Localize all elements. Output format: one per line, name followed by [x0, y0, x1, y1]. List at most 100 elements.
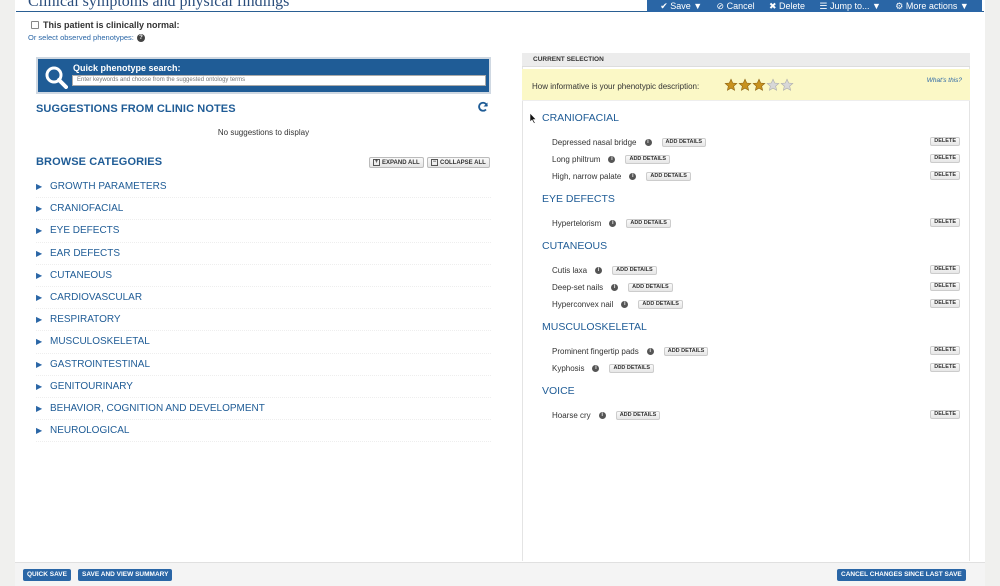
add-details-button[interactable]: ADD DETAILS	[625, 154, 671, 164]
selected-phenotype: Depressed nasal bridge i ADD DETAILS DEL…	[552, 136, 962, 148]
delete-phenotype-button[interactable]: DELETE	[930, 299, 960, 308]
current-selection-heading: CURRENT SELECTION	[522, 53, 970, 67]
more-actions-button[interactable]: ⚙ More actions ▼	[895, 1, 969, 12]
refresh-icon[interactable]	[477, 101, 489, 113]
category-label: GENITOURINARY	[50, 380, 133, 392]
selected-phenotype: Long philtrum i ADD DETAILS DELETE	[552, 153, 962, 165]
selected-phenotype: Hoarse cry i ADD DETAILS DELETE	[552, 409, 962, 421]
star-filled-icon	[752, 78, 766, 91]
add-details-button[interactable]: ADD DETAILS	[612, 265, 657, 275]
quick-save-button[interactable]: QUICK SAVE	[23, 569, 71, 581]
category-label: CUTANEOUS	[50, 269, 113, 281]
clinically-normal-row: This patient is clinically normal:	[31, 20, 180, 30]
selected-phenotype: Hyperconvex nail i ADD DETAILS DELETE	[552, 298, 962, 310]
category-craniofacial[interactable]: ▶ CRANIOFACIAL	[36, 198, 491, 221]
info-icon[interactable]: i	[595, 266, 603, 274]
category-label: GASTROINTESTINAL	[50, 358, 151, 370]
add-details-button[interactable]: ADD DETAILS	[628, 282, 673, 292]
info-icon[interactable]: i	[646, 347, 654, 355]
category-respiratory[interactable]: ▶ RESPIRATORY	[36, 309, 491, 332]
category-label: MUSCULOSKELETAL	[50, 336, 150, 348]
category-behavior-cognition[interactable]: ▶ BEHAVIOR, COGNITION AND DEVELOPMENT	[36, 398, 491, 421]
clinically-normal-checkbox[interactable]	[31, 21, 39, 29]
category-eye-defects[interactable]: ▶ EYE DEFECTS	[36, 220, 491, 243]
info-icon[interactable]: i	[644, 138, 652, 146]
add-details-button[interactable]: ADD DETAILS	[626, 218, 671, 228]
add-details-button[interactable]: ADD DETAILS	[646, 171, 691, 181]
quick-search-label: Quick phenotype search:	[73, 63, 181, 73]
delete-phenotype-button[interactable]: DELETE	[930, 363, 960, 372]
selected-phenotype: Prominent fingertip pads i ADD DETAILS D…	[552, 345, 962, 357]
collapse-all-button[interactable]: − COLLAPSE ALL	[427, 157, 490, 168]
save-button[interactable]: ✔ Save ▼	[660, 1, 702, 12]
phenotype-name: Prominent fingertip pads	[552, 346, 639, 356]
delete-phenotype-button[interactable]: DELETE	[930, 218, 960, 227]
phenotype-name: Deep-set nails	[552, 282, 604, 292]
selected-phenotype: Hypertelorism i ADD DETAILS DELETE	[552, 217, 962, 229]
delete-phenotype-button[interactable]: DELETE	[930, 410, 960, 419]
delete-phenotype-button[interactable]: DELETE	[930, 265, 960, 274]
help-icon[interactable]: ?	[136, 33, 145, 42]
category-growth-parameters[interactable]: ▶ GROWTH PARAMETERS	[36, 176, 491, 199]
info-icon[interactable]: i	[629, 172, 637, 180]
expand-arrow-icon: ▶	[36, 315, 43, 325]
selected-phenotype: High, narrow palate i ADD DETAILS DELETE	[552, 170, 962, 182]
add-details-button[interactable]: ADD DETAILS	[615, 410, 661, 420]
quick-search-input[interactable]: Enter keywords and choose from the sugge…	[72, 75, 486, 86]
phenotype-name: Kyphosis	[552, 363, 585, 373]
category-ear-defects[interactable]: ▶ EAR DEFECTS	[36, 243, 491, 265]
phenotype-name: Cutis laxa	[552, 265, 588, 275]
quick-search-box: Quick phenotype search: Enter keywords a…	[36, 57, 491, 94]
add-details-button[interactable]: ADD DETAILS	[663, 346, 709, 356]
category-label: GROWTH PARAMETERS	[50, 181, 167, 193]
category-gastrointestinal[interactable]: ▶ GASTROINTESTINAL	[36, 354, 491, 376]
expand-arrow-icon: ▶	[36, 359, 43, 369]
delete-phenotype-button[interactable]: DELETE	[930, 282, 960, 291]
expand-arrow-icon: ▶	[36, 293, 43, 303]
selection-section-title: MUSCULOSKELETAL	[542, 321, 647, 333]
star-empty-icon	[766, 78, 780, 91]
delete-phenotype-button[interactable]: DELETE	[930, 137, 960, 146]
category-musculoskeletal[interactable]: ▶ MUSCULOSKELETAL	[36, 331, 491, 354]
delete-phenotype-button[interactable]: DELETE	[930, 154, 960, 163]
info-icon[interactable]: i	[592, 364, 600, 372]
minus-icon: −	[431, 159, 438, 166]
save-and-view-summary-button[interactable]: SAVE AND VIEW SUMMARY	[78, 569, 173, 581]
cancel-button[interactable]: ⊘ Cancel	[717, 1, 755, 12]
category-neurological[interactable]: ▶ NEUROLOGICAL	[36, 420, 491, 443]
select-phenotypes-label: Or select observed phenotypes:	[28, 33, 134, 42]
phenotype-name: Depressed nasal bridge	[552, 137, 637, 147]
star-filled-icon	[724, 78, 738, 91]
info-icon[interactable]: i	[608, 155, 616, 163]
expand-arrow-icon: ▶	[36, 403, 43, 413]
cancel-changes-button[interactable]: CANCEL CHANGES SINCE LAST SAVE	[837, 569, 966, 581]
expand-arrow-icon: ▶	[36, 226, 43, 236]
mouse-cursor-icon	[529, 112, 537, 124]
selection-section-title: EYE DEFECTS	[542, 193, 615, 205]
phenotype-name: High, narrow palate	[552, 171, 622, 181]
category-cutaneous[interactable]: ▶ CUTANEOUS	[36, 265, 491, 287]
category-genitourinary[interactable]: ▶ GENITOURINARY	[36, 376, 491, 398]
clinically-normal-label: This patient is clinically normal:	[43, 20, 180, 30]
delete-phenotype-button[interactable]: DELETE	[930, 171, 960, 180]
info-icon[interactable]: i	[598, 411, 606, 419]
add-details-button[interactable]: ADD DETAILS	[638, 299, 683, 309]
selected-phenotype: Kyphosis i ADD DETAILS DELETE	[552, 362, 962, 374]
add-details-button[interactable]: ADD DETAILS	[609, 363, 655, 373]
expand-all-button[interactable]: + EXPAND ALL	[369, 157, 424, 168]
delete-button[interactable]: ✖ Delete	[769, 1, 805, 12]
selection-section-title: VOICE	[542, 385, 575, 397]
info-icon[interactable]: i	[609, 219, 617, 227]
category-label: CRANIOFACIAL	[50, 203, 124, 215]
info-icon[interactable]: i	[611, 283, 619, 291]
delete-phenotype-button[interactable]: DELETE	[930, 346, 960, 355]
info-icon[interactable]: i	[621, 300, 629, 308]
add-details-button[interactable]: ADD DETAILS	[661, 137, 707, 147]
phenotype-name: Hyperconvex nail	[552, 299, 614, 309]
selected-phenotype: Cutis laxa i ADD DETAILS DELETE	[552, 264, 962, 276]
phenotype-name: Long philtrum	[552, 154, 601, 164]
expand-arrow-icon: ▶	[36, 337, 43, 347]
jump-to-button[interactable]: ☰ Jump to... ▼	[819, 1, 881, 12]
category-cardiovascular[interactable]: ▶ CARDIOVASCULAR	[36, 287, 491, 310]
whats-this-link[interactable]: What's this?	[927, 77, 962, 84]
